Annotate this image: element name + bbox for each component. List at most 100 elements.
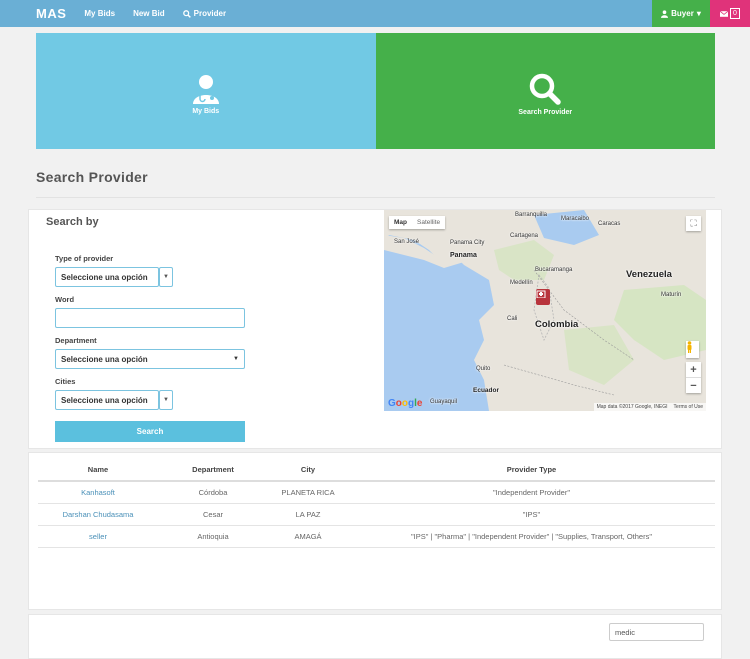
cell-provider-type: "Independent Provider"	[348, 481, 715, 504]
map-label-medellin: Medellín	[510, 280, 533, 286]
map-marker[interactable]	[536, 289, 550, 305]
message-count-badge: 0	[730, 8, 740, 19]
cell-name: seller	[38, 525, 158, 548]
google-logo: Google	[388, 398, 423, 409]
chevron-down-icon: ▼	[163, 397, 169, 403]
map-label-maturin: Maturín	[661, 292, 682, 298]
nav-my-bids[interactable]: My Bids	[84, 9, 115, 18]
user-menu-label: Buyer	[671, 9, 694, 18]
cell-provider-type: "IPS" | "Pharma" | "Independent Provider…	[348, 525, 715, 548]
search-button[interactable]: Search	[55, 421, 245, 442]
user-md-icon	[192, 74, 219, 104]
cell-city: LA PAZ	[268, 503, 348, 526]
search-panel: Search by Type of provider Seleccione un…	[28, 209, 722, 449]
user-icon	[661, 9, 669, 18]
tile-search-provider-label: Search Provider	[518, 108, 573, 116]
map-label-barranquilla: Barranquilla	[515, 212, 548, 218]
envelope-icon	[720, 10, 729, 17]
nav-provider-label: Provider	[193, 9, 227, 18]
map-label-bucaramanga: Bucaramanga	[535, 267, 573, 273]
tile-my-bids[interactable]: My Bids	[36, 33, 376, 149]
word-label: Word	[55, 295, 75, 304]
department-select-value: Seleccione una opción	[61, 354, 148, 364]
cell-city: AMAGÁ	[268, 525, 348, 548]
user-menu-button[interactable]: Buyer ▾	[652, 0, 710, 27]
nav-new-bid[interactable]: New Bid	[133, 9, 165, 18]
title-divider	[36, 197, 715, 198]
map-label-cartagena: Cartagena	[510, 233, 539, 239]
table-row: Kanhasoft Córdoba PLANETA RICA "Independ…	[38, 481, 715, 504]
nav-provider[interactable]: Provider	[182, 9, 227, 18]
department-select[interactable]: Seleccione una opción ▼	[55, 349, 245, 369]
map-label-ecuador: Ecuador	[473, 387, 500, 394]
cities-caret[interactable]: ▼	[159, 390, 173, 410]
type-of-provider-select[interactable]: Seleccione una opción	[55, 267, 159, 287]
map-label-maracaibo: Maracaibo	[561, 216, 590, 222]
type-of-provider-caret[interactable]: ▼	[159, 267, 173, 287]
department-label: Department	[55, 336, 97, 345]
column-header-name[interactable]: Name	[38, 459, 158, 482]
hospital-icon	[536, 290, 546, 298]
search-icon	[182, 9, 191, 18]
nav-new-bid-label: New Bid	[133, 9, 165, 18]
chevron-down-icon: ▾	[696, 9, 701, 18]
messages-button[interactable]: 0	[710, 0, 750, 27]
map-attribution-text: Map data ©2017 Google, INEGI	[596, 404, 668, 410]
map-type-control: Map Satellite	[389, 216, 446, 229]
zoom-in-button[interactable]: +	[686, 362, 701, 377]
map-label-venezuela: Venezuela	[626, 269, 672, 280]
map-attribution: Map data ©2017 Google, INEGI Terms of Us…	[593, 403, 706, 411]
map-terrain	[384, 210, 706, 411]
map-type-satellite-button[interactable]: Satellite	[412, 216, 445, 229]
provider-link[interactable]: Kanhasoft	[81, 488, 115, 497]
cell-department: Córdoba	[158, 481, 268, 504]
results-panel: Name Department City Provider Type Kanha…	[28, 452, 722, 610]
provider-link[interactable]: seller	[89, 532, 107, 541]
search-by-heading: Search by	[46, 216, 99, 228]
brand-logo[interactable]: MAS	[36, 6, 66, 21]
zoom-out-button[interactable]: −	[686, 378, 701, 393]
tile-my-bids-label: My Bids	[192, 107, 220, 115]
top-navbar: MAS My Bids New Bid Provider Buyer ▾ 0	[0, 0, 750, 27]
cell-provider-type: "IPS"	[348, 503, 715, 526]
type-of-provider-label: Type of provider	[55, 254, 114, 263]
word-input[interactable]	[55, 308, 245, 328]
map-label-colombia: Colombia	[535, 319, 579, 330]
cities-select[interactable]: Seleccione una opción	[55, 390, 159, 410]
cell-department: Antioquia	[158, 525, 268, 548]
provider-map[interactable]: Barranquilla Maracaibo Caracas Cartagena…	[384, 210, 706, 411]
cities-label: Cities	[55, 377, 76, 386]
map-terms-link[interactable]: Terms of Use	[674, 404, 703, 410]
column-header-department[interactable]: Department	[158, 459, 268, 482]
pegman-icon	[687, 341, 692, 353]
table-header-row: Name Department City Provider Type	[38, 459, 715, 482]
filter-panel: medic	[28, 614, 722, 659]
page-title: Search Provider	[36, 169, 148, 185]
dashboard-tiles: My Bids Search Provider	[36, 33, 715, 149]
nav-my-bids-label: My Bids	[84, 9, 116, 18]
cell-name: Darshan Chudasama	[38, 503, 158, 526]
table-row: Darshan Chudasama Cesar LA PAZ "IPS"	[38, 503, 715, 526]
chevron-down-icon: ▼	[163, 274, 169, 280]
map-zoom-control: + −	[686, 362, 701, 393]
column-header-city[interactable]: City	[268, 459, 348, 482]
column-header-provider-type[interactable]: Provider Type	[348, 459, 715, 482]
map-label-san-jose: San José	[394, 239, 420, 245]
table-row: seller Antioquia AMAGÁ "IPS" | "Pharma" …	[38, 525, 715, 548]
filter-input[interactable]: medic	[609, 623, 704, 641]
map-type-map-button[interactable]: Map	[389, 216, 412, 229]
map-label-quito: Quito	[476, 366, 491, 372]
tile-search-provider[interactable]: Search Provider	[375, 33, 715, 149]
street-view-pegman[interactable]	[686, 341, 699, 358]
map-label-panama: Panama	[450, 252, 477, 259]
cell-city: PLANETA RICA	[268, 481, 348, 504]
fullscreen-button[interactable]: ⛶	[686, 216, 701, 231]
provider-link[interactable]: Darshan Chudasama	[63, 510, 134, 519]
map-label-guayaquil: Guayaquil	[430, 399, 458, 405]
map-label-panama-city: Panama City	[450, 240, 485, 246]
map-label-cali: Cali	[507, 316, 518, 322]
map-label-caracas: Caracas	[598, 221, 621, 227]
fullscreen-icon: ⛶	[690, 218, 697, 228]
cell-name: Kanhasoft	[38, 481, 158, 504]
results-table: Name Department City Provider Type Kanha…	[38, 459, 715, 548]
